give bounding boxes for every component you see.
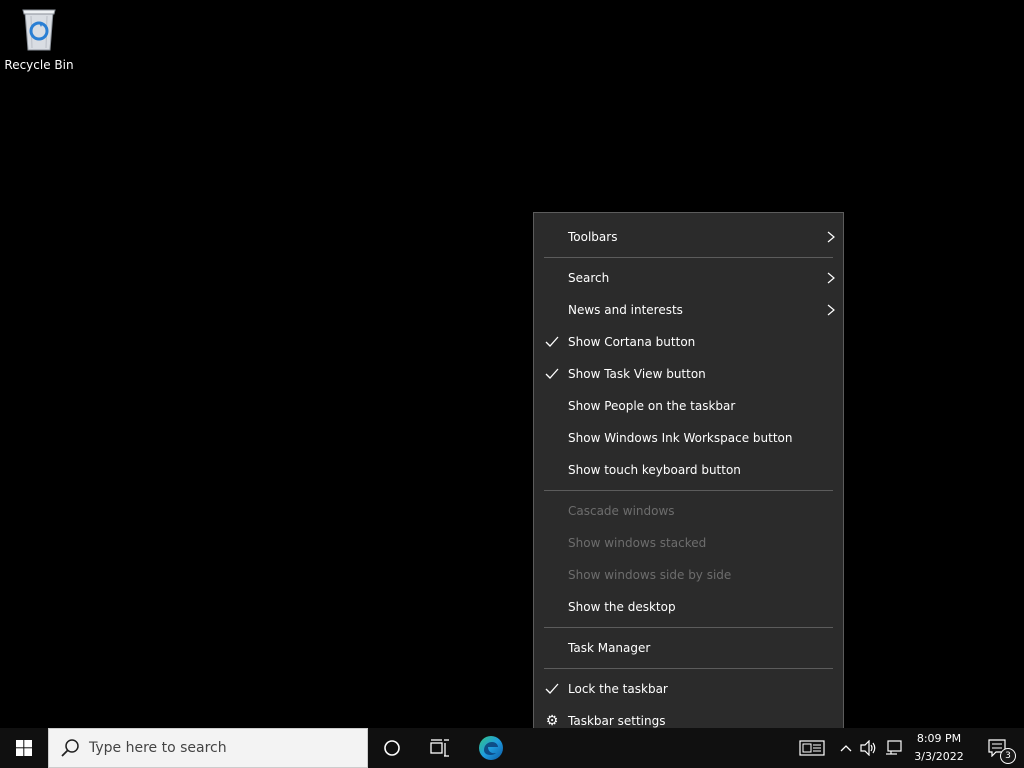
menu-item-label: Taskbar settings (568, 714, 666, 728)
volume-icon (860, 740, 876, 756)
task-view-button[interactable] (420, 728, 460, 768)
windows-logo-icon (16, 740, 32, 756)
search-placeholder: Type here to search (89, 740, 227, 756)
clock-time: 8:09 PM (916, 732, 962, 745)
desktop[interactable]: Recycle Bin (0, 0, 1024, 728)
notification-count-badge: 3 (1000, 748, 1016, 764)
menu-item-label: Search (568, 271, 610, 285)
menu-item-label: Show windows side by side (568, 568, 732, 582)
taskbar-search-box[interactable]: Type here to search (48, 728, 368, 768)
menu-item-cascade-windows: Cascade windows (534, 495, 843, 527)
menu-item-toolbars[interactable]: Toolbars (534, 221, 843, 253)
gear-icon: ⚙ (545, 713, 559, 729)
menu-item-label: Cascade windows (568, 504, 675, 518)
taskbar[interactable]: Type here to search 8:09 PM 3/3/2022 3 (0, 728, 1024, 768)
show-hidden-icons-button[interactable] (836, 728, 856, 768)
menu-separator (544, 668, 833, 669)
start-button[interactable] (0, 728, 48, 768)
menu-item-show-windows-stacked: Show windows stacked (534, 527, 843, 559)
menu-item-label: Task Manager (568, 641, 651, 655)
menu-item-lock-the-taskbar[interactable]: Lock the taskbar (534, 673, 843, 705)
checkmark-icon (545, 336, 559, 347)
chevron-right-icon (827, 272, 835, 284)
menu-item-show-touch-keyboard-button[interactable]: Show touch keyboard button (534, 454, 843, 486)
taskbar-context-menu: Toolbars Search News and interests Show Cor… (533, 212, 844, 744)
menu-separator (544, 627, 833, 628)
chevron-right-icon (827, 304, 835, 316)
action-center-button[interactable]: 3 (978, 728, 1016, 768)
news-icon (799, 740, 825, 756)
taskbar-clock[interactable]: 8:09 PM 3/3/2022 (906, 728, 972, 768)
menu-item-label: Show Task View button (568, 367, 706, 381)
recycle-bin-shortcut[interactable]: Recycle Bin (4, 6, 74, 72)
cortana-icon (384, 740, 400, 756)
network-button[interactable] (882, 728, 906, 768)
cortana-button[interactable] (372, 728, 412, 768)
volume-button[interactable] (858, 728, 880, 768)
menu-item-label: Show the desktop (568, 600, 676, 614)
menu-item-label: Show People on the taskbar (568, 399, 736, 413)
news-and-interests-button[interactable] (796, 728, 828, 768)
menu-item-label: Show Cortana button (568, 335, 696, 349)
menu-item-news-and-interests[interactable]: News and interests (534, 294, 843, 326)
chevron-right-icon (827, 231, 835, 243)
menu-item-label: Show touch keyboard button (568, 463, 741, 477)
menu-item-show-task-view-button[interactable]: Show Task View button (534, 358, 843, 390)
recycle-bin-icon (22, 9, 56, 51)
search-icon (61, 739, 79, 757)
network-icon (886, 740, 902, 755)
menu-item-task-manager[interactable]: Task Manager (534, 632, 843, 664)
checkmark-icon (545, 683, 559, 694)
menu-item-show-cortana-button[interactable]: Show Cortana button (534, 326, 843, 358)
task-view-icon (430, 739, 449, 757)
chevron-up-icon (840, 745, 852, 752)
edge-icon (479, 736, 503, 760)
menu-item-label: News and interests (568, 303, 683, 317)
menu-item-label: Lock the taskbar (568, 682, 668, 696)
menu-separator (544, 490, 833, 491)
menu-separator (544, 257, 833, 258)
menu-item-show-windows-side-by-side: Show windows side by side (534, 559, 843, 591)
menu-item-search[interactable]: Search (534, 262, 843, 294)
menu-item-label: Toolbars (568, 230, 618, 244)
menu-item-show-the-desktop[interactable]: Show the desktop (534, 591, 843, 623)
clock-date: 3/3/2022 (914, 750, 964, 763)
menu-item-label: Show windows stacked (568, 536, 707, 550)
edge-taskbar-button[interactable] (470, 728, 512, 768)
recycle-bin-label: Recycle Bin (4, 58, 74, 72)
menu-item-show-people-on-the-taskbar[interactable]: Show People on the taskbar (534, 390, 843, 422)
menu-item-label: Show Windows Ink Workspace button (568, 431, 793, 445)
checkmark-icon (545, 368, 559, 379)
menu-item-show-windows-ink-workspace-button[interactable]: Show Windows Ink Workspace button (534, 422, 843, 454)
